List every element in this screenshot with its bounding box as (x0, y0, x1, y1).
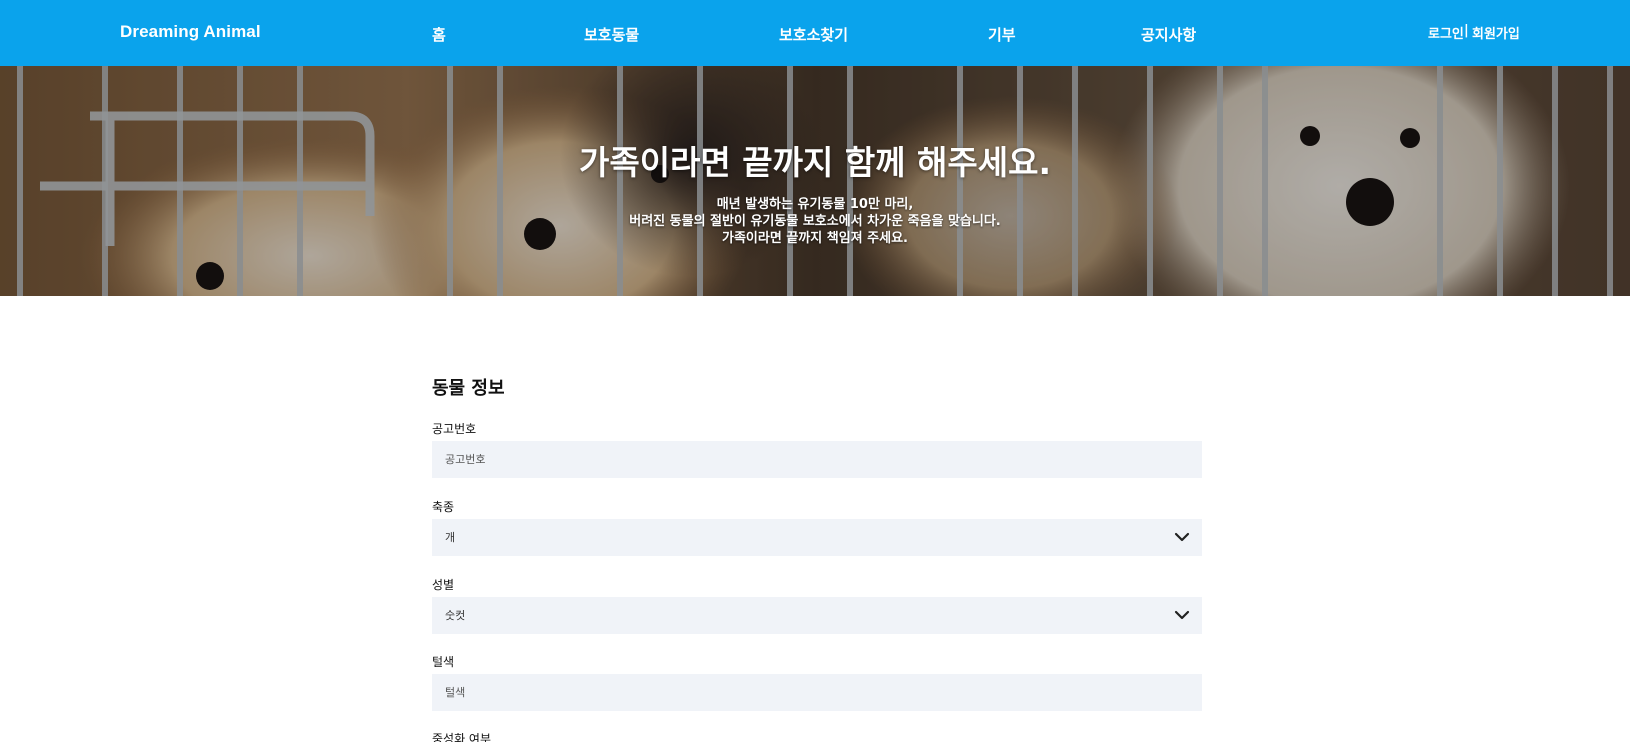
nav-item-notice[interactable]: 공지사항 (1141, 24, 1196, 45)
hero-text-line-3: 가족이라면 끝까지 책임져 주세요. (722, 231, 908, 246)
fur-color-label: 털색 (432, 655, 455, 669)
notice-number-input[interactable] (432, 441, 1202, 478)
chevron-down-icon (1174, 532, 1190, 542)
species-label: 축종 (432, 500, 455, 514)
neutered-label: 중성화 여부 (432, 732, 492, 742)
hero-banner: 가족이라면 끝까지 함께 해주세요. 매년 발생하는 유기동물 10만 마리, … (0, 66, 1630, 296)
brand-logo[interactable]: Dreaming Animal (120, 22, 261, 42)
auth-separator: | (1464, 23, 1469, 38)
chevron-down-icon (1174, 610, 1190, 620)
sex-label: 성별 (432, 578, 455, 592)
sex-select[interactable]: 숫컷 (432, 597, 1202, 634)
nav-item-find-shelter[interactable]: 보호소찾기 (779, 24, 848, 45)
nav-item-protected-animals[interactable]: 보호동물 (584, 24, 639, 45)
fur-color-input[interactable] (432, 674, 1202, 711)
sex-selected-value: 숫컷 (445, 609, 466, 622)
species-selected-value: 개 (445, 531, 456, 544)
nav-item-home[interactable]: 홈 (432, 24, 446, 45)
section-title-animal-info: 동물 정보 (432, 378, 505, 399)
top-navigation-bar: Dreaming Animal 홈 보호동물 보호소찾기 기부 공지사항 로그인… (0, 0, 1630, 66)
login-link[interactable]: 로그인 (1428, 23, 1464, 42)
hero-title: 가족이라면 끝까지 함께 해주세요. (578, 143, 1052, 182)
notice-number-label: 공고번호 (432, 422, 477, 436)
signup-link[interactable]: 회원가입 (1472, 23, 1520, 42)
nav-item-donation[interactable]: 기부 (988, 24, 1016, 45)
species-select[interactable]: 개 (432, 519, 1202, 556)
